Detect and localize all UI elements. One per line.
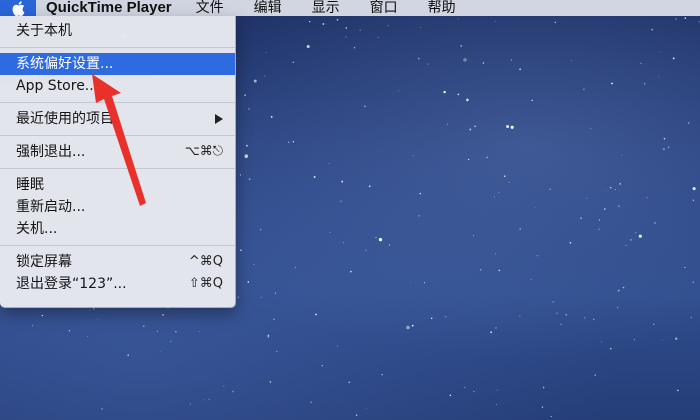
menu-item-shut-down[interactable]: 关机... <box>0 218 235 240</box>
menu-item-shortcut: ^⌘Q <box>188 254 223 269</box>
apple-icon <box>12 0 24 16</box>
menu-item-label: 最近使用的项目 <box>16 111 114 127</box>
menu-separator <box>0 135 235 136</box>
menu-separator <box>0 245 235 246</box>
menu-item-label: App Store... <box>16 78 99 94</box>
menu-item-shortcut: ⇧⌘Q <box>188 276 223 291</box>
menu-separator <box>0 168 235 169</box>
menu-item-shortcut: ⌥⌘⎋ <box>184 144 223 159</box>
menu-item-about-this-mac[interactable]: 关于本机 <box>0 20 235 42</box>
menu-item-label: 关机... <box>16 221 58 237</box>
desktop-background: QuickTime Player 文件 编辑 显示 窗口 帮助 关于本机 系统偏… <box>0 0 700 420</box>
menu-item-log-out[interactable]: 退出登录“123”... ⇧⌘Q <box>0 273 235 295</box>
menu-item-sleep[interactable]: 睡眠 <box>0 174 235 196</box>
submenu-arrow-icon <box>215 114 223 124</box>
menubar-window[interactable]: 窗口 <box>370 0 398 16</box>
menu-item-restart[interactable]: 重新启动... <box>0 196 235 218</box>
menu-item-force-quit[interactable]: 强制退出... ⌥⌘⎋ <box>0 141 235 163</box>
menubar-file[interactable]: 文件 <box>196 0 224 16</box>
menu-bar: QuickTime Player 文件 编辑 显示 窗口 帮助 <box>0 0 700 16</box>
menu-item-lock-screen[interactable]: 锁定屏幕 ^⌘Q <box>0 251 235 273</box>
menu-item-label: 退出登录“123”... <box>16 276 127 292</box>
apple-menu-button[interactable] <box>0 0 36 16</box>
menu-item-label: 强制退出... <box>16 144 86 160</box>
menu-item-label: 系统偏好设置... <box>16 56 114 72</box>
menu-item-label: 关于本机 <box>16 23 72 39</box>
menubar-edit[interactable]: 编辑 <box>254 0 282 16</box>
menubar-help[interactable]: 帮助 <box>428 0 456 16</box>
menu-item-label: 锁定屏幕 <box>16 254 72 270</box>
menubar-app-name[interactable]: QuickTime Player <box>46 0 172 16</box>
menu-item-app-store[interactable]: App Store... <box>0 75 235 97</box>
menu-item-system-preferences[interactable]: 系统偏好设置... <box>0 53 235 75</box>
menu-separator <box>0 102 235 103</box>
menu-item-label: 重新启动... <box>16 199 86 215</box>
menubar-view[interactable]: 显示 <box>312 0 340 16</box>
menu-item-label: 睡眠 <box>16 177 44 193</box>
menu-separator <box>0 47 235 48</box>
apple-menu-dropdown: 关于本机 系统偏好设置... App Store... 最近使用的项目 强制退出… <box>0 16 236 308</box>
menu-item-recent-items[interactable]: 最近使用的项目 <box>0 108 235 130</box>
